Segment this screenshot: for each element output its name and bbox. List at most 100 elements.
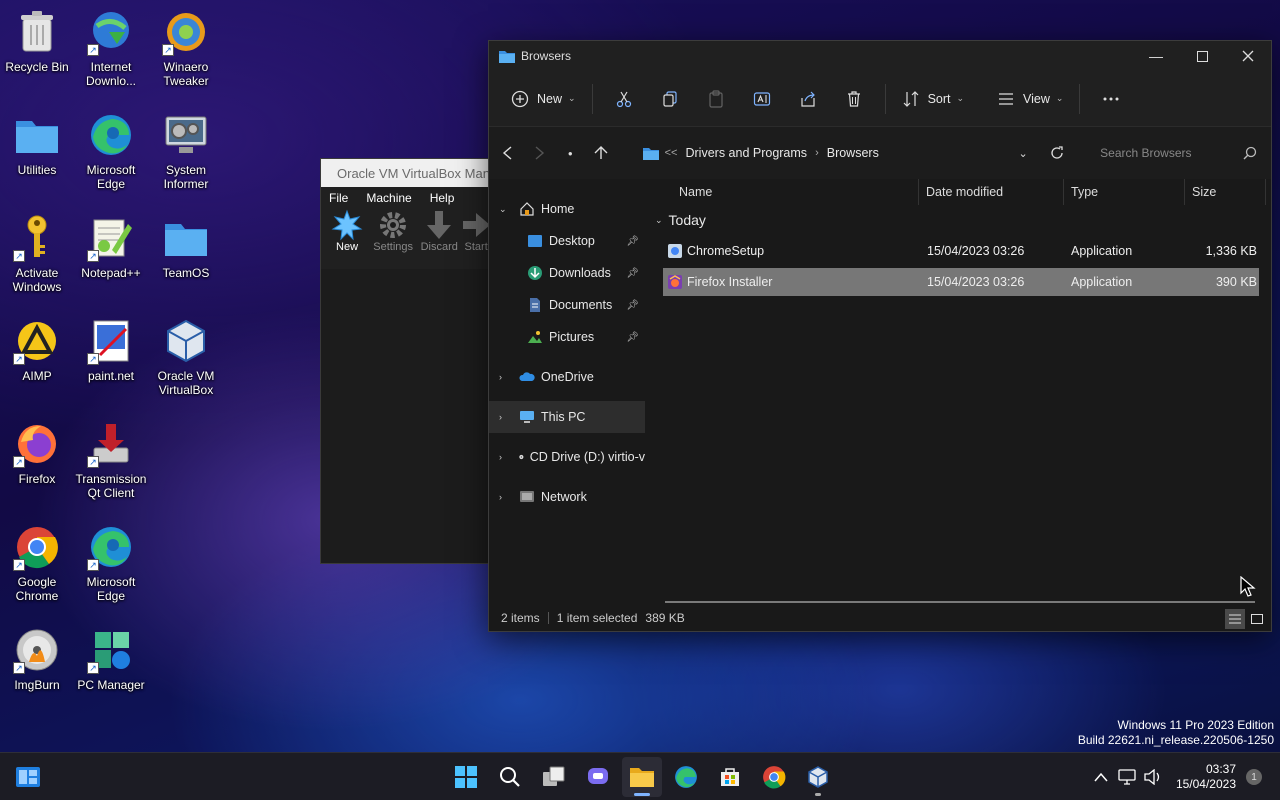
desktop-icon-microsoft-edge[interactable]: Microsoft Edge (75, 111, 147, 191)
vbox-start-button[interactable]: Start (463, 209, 489, 269)
desktop-icon-aimp[interactable]: ↗ AIMP (1, 317, 73, 383)
nav-item-onedrive[interactable]: › OneDrive (489, 361, 645, 393)
breadcrumb[interactable]: << Drivers and Programs › Browsers (642, 137, 1007, 169)
copy-button[interactable] (647, 82, 693, 116)
nav-item-this-pc[interactable]: › This PC (489, 401, 645, 433)
group-header-today[interactable]: ⌄ Today (655, 212, 706, 228)
chevron-right-icon[interactable]: › (499, 452, 502, 462)
view-label: View (1023, 91, 1050, 106)
desktop-icon-microsoft-edge-2[interactable]: ↗ Microsoft Edge (75, 523, 147, 603)
breadcrumb-overflow[interactable]: << (665, 147, 678, 159)
taskbar-chrome[interactable] (754, 757, 794, 797)
file-explorer-window[interactable]: Browsers — New ⌄ Sort ⌄ View ⌄ ● << Driv… (488, 40, 1272, 632)
desktop-icon-firefox[interactable]: ↗ Firefox (1, 420, 73, 486)
nav-item-network[interactable]: › Network (489, 481, 645, 513)
vbox-discard-button[interactable]: Discard (417, 209, 461, 269)
clock[interactable]: 03:37 15/04/2023 (1176, 762, 1236, 792)
nav-item-cd-drive[interactable]: › CD Drive (D:) virtio-v (489, 441, 645, 473)
refresh-button[interactable] (1040, 137, 1074, 169)
column-header-name[interactable]: Name (673, 179, 919, 205)
taskbar-edge[interactable] (666, 757, 706, 797)
nav-item-pictures[interactable]: Pictures 📌︎ (489, 321, 645, 353)
nav-item-downloads[interactable]: Downloads 📌︎ (489, 257, 645, 289)
chevron-right-icon[interactable]: › (499, 412, 502, 422)
recent-locations-button[interactable]: ● (555, 137, 586, 169)
network-status-button[interactable] (1114, 764, 1140, 790)
search-button[interactable] (490, 757, 530, 797)
desktop-icon-utilities[interactable]: Utilities (1, 111, 73, 177)
desktop-icon-internet-download-manager[interactable]: ↗ Internet Downlo... (75, 8, 147, 88)
paste-button[interactable] (693, 82, 739, 116)
virtualbox-titlebar[interactable]: Oracle VM VirtualBox Man (321, 159, 489, 187)
shortcut-arrow-icon: ↗ (87, 456, 99, 468)
notification-badge[interactable]: 1 (1246, 769, 1262, 785)
virtualbox-window[interactable]: Oracle VM VirtualBox Man File Machine He… (320, 158, 490, 564)
chevron-down-icon[interactable]: ⌄ (499, 204, 507, 215)
view-list-icon (999, 92, 1014, 105)
minimize-button[interactable]: — (1133, 41, 1179, 71)
desktop-icon-activate-windows[interactable]: ↗ Activate Windows (1, 214, 73, 294)
file-row-selected[interactable]: Firefox Installer 15/04/2023 03:26 Appli… (663, 268, 1259, 296)
taskbar-microsoft-store[interactable] (710, 757, 750, 797)
more-options-button[interactable] (1088, 82, 1134, 116)
nav-item-desktop[interactable]: Desktop 📌︎ (489, 225, 645, 257)
show-hidden-icons-button[interactable] (1088, 764, 1114, 790)
column-header-type[interactable]: Type (1065, 179, 1185, 205)
share-button[interactable] (785, 82, 831, 116)
desktop-icon-system-informer[interactable]: System Informer (150, 111, 222, 191)
sort-button[interactable]: Sort ⌄ (894, 82, 972, 116)
menu-file[interactable]: File (329, 191, 348, 205)
new-button[interactable]: New ⌄ (503, 82, 584, 116)
breadcrumb-item-current[interactable]: Browsers (827, 146, 879, 160)
tiles-view-button[interactable] (1247, 609, 1267, 629)
column-header-size[interactable]: Size (1186, 179, 1266, 205)
explorer-titlebar[interactable]: Browsers — (489, 41, 1271, 71)
file-row[interactable]: ChromeSetup 15/04/2023 03:26 Application… (663, 237, 1259, 265)
desktop-icon-paint-net[interactable]: ↗ paint.net (75, 317, 147, 383)
nav-item-documents[interactable]: Documents 📌︎ (489, 289, 645, 321)
taskbar-file-explorer[interactable] (622, 757, 662, 797)
teams-chat-button[interactable] (578, 757, 618, 797)
menu-machine[interactable]: Machine (366, 191, 411, 205)
rename-icon (753, 91, 770, 106)
desktop-icon-transmission[interactable]: ↗ Transmission Qt Client (75, 420, 147, 500)
details-view-button[interactable] (1225, 609, 1245, 629)
taskbar-virtualbox[interactable] (798, 757, 838, 797)
desktop-icon-imgburn[interactable]: ↗ ImgBurn (1, 626, 73, 692)
rename-button[interactable] (739, 82, 785, 116)
desktop-icon-virtualbox[interactable]: Oracle VM VirtualBox (150, 317, 222, 397)
horizontal-scrollbar[interactable] (665, 601, 1255, 603)
vbox-settings-button[interactable]: Settings (371, 209, 415, 269)
up-button[interactable] (586, 137, 617, 169)
desktop-icon-winaero-tweaker[interactable]: ↗ Winaero Tweaker (150, 8, 222, 88)
desktop-icon-label: Winaero Tweaker (163, 60, 209, 88)
menu-help[interactable]: Help (430, 191, 455, 205)
nav-label: Pictures (549, 330, 595, 344)
desktop-icon-notepad-plus-plus[interactable]: ↗ Notepad++ (75, 214, 147, 280)
search-box[interactable]: Search Browsers (1088, 137, 1271, 169)
start-button[interactable] (446, 757, 486, 797)
chevron-right-icon[interactable]: › (499, 372, 502, 382)
close-button[interactable] (1225, 41, 1271, 71)
delete-button[interactable] (831, 82, 877, 116)
desktop-icon-recycle-bin[interactable]: Recycle Bin (1, 8, 73, 74)
desktop-icon-teamos[interactable]: TeamOS (150, 214, 222, 280)
vbox-new-button[interactable]: New (325, 209, 369, 269)
search-input[interactable]: Search Browsers (1100, 146, 1243, 160)
desktop-icon-pc-manager[interactable]: ↗ PC Manager (75, 626, 147, 692)
forward-button[interactable] (524, 137, 555, 169)
column-header-date-modified[interactable]: Date modified (920, 179, 1064, 205)
volume-button[interactable] (1140, 764, 1166, 790)
view-button[interactable]: View ⌄ (989, 82, 1071, 116)
address-history-button[interactable]: ⌄ (1006, 137, 1040, 169)
widgets-button[interactable] (12, 763, 44, 791)
task-view-button[interactable] (534, 757, 574, 797)
vbox-settings-label: Settings (373, 241, 414, 253)
pictures-icon (528, 331, 542, 343)
chevron-right-icon[interactable]: › (499, 492, 502, 502)
back-button[interactable] (493, 137, 524, 169)
cut-button[interactable] (601, 82, 647, 116)
maximize-button[interactable] (1179, 41, 1225, 71)
breadcrumb-item[interactable]: Drivers and Programs (685, 146, 807, 160)
desktop-icon-google-chrome[interactable]: ↗ Google Chrome (1, 523, 73, 603)
